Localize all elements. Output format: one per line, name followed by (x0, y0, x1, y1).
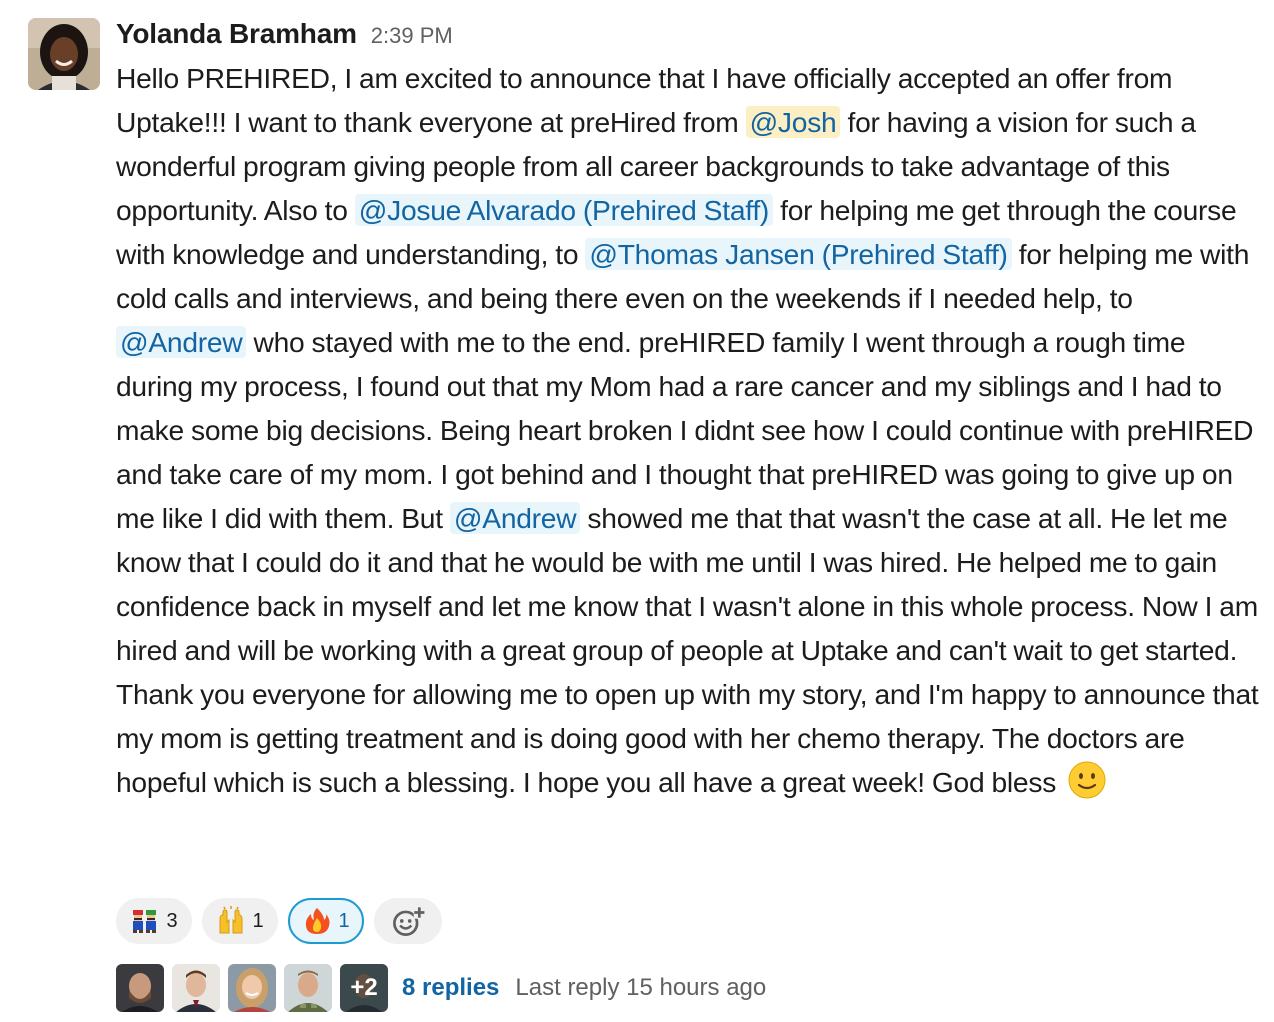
replier-avatar (284, 964, 332, 1012)
message-body: Hello PREHIRED, I am excited to announce… (116, 56, 1261, 804)
message: Yolanda Bramham 2:39 PM Hello PREHIRED, I… (0, 0, 1274, 1022)
reaction-pill[interactable]: 1 (202, 898, 278, 944)
reaction-count: 1 (338, 909, 350, 932)
replier-avatar (116, 964, 164, 1012)
author-avatar[interactable] (28, 18, 100, 90)
replier-avatar (228, 964, 276, 1012)
reaction-count: 1 (252, 909, 264, 932)
message-timestamp[interactable]: 2:39 PM (371, 23, 453, 48)
raised-hands-icon (219, 906, 243, 934)
add-reaction-button[interactable] (374, 898, 442, 944)
reactions-bar: 3 1 1 (116, 898, 442, 946)
reaction-pill[interactable]: 3 (116, 898, 192, 944)
user-mention[interactable]: @Andrew (116, 326, 247, 358)
replies-link[interactable]: 8 replies (402, 974, 499, 1002)
author-name[interactable]: Yolanda Bramham (116, 18, 357, 49)
message-header: Yolanda Bramham 2:39 PM (116, 14, 1261, 54)
message-content: Yolanda Bramham 2:39 PM Hello PREHIRED, I… (116, 14, 1261, 804)
replier-avatar (172, 964, 220, 1012)
slightly-smiling-face-icon (1068, 761, 1106, 799)
mario-luigi-icon (133, 910, 157, 933)
user-mention[interactable]: @Josue Alvarado (Prehired Staff) (354, 194, 774, 226)
reaction-pill-active[interactable]: 1 (288, 898, 364, 944)
more-repliers-count: +2 (340, 964, 388, 1012)
last-reply-text: Last reply 15 hours ago (515, 974, 767, 1001)
user-mention[interactable]: @Thomas Jansen (Prehired Staff) (585, 238, 1012, 270)
replier-avatar-more: +2 (340, 964, 388, 1012)
thread-summary[interactable]: +2 8 replies Last reply 15 hours ago (116, 964, 766, 1012)
user-mention-self[interactable]: @Josh (745, 106, 841, 138)
user-mention[interactable]: @Andrew (449, 502, 581, 534)
fire-icon (306, 908, 331, 934)
message-text-segment: showed me that that wasn't the case at a… (116, 502, 1259, 798)
reaction-count: 3 (166, 909, 178, 932)
add-reaction-icon (393, 907, 425, 936)
